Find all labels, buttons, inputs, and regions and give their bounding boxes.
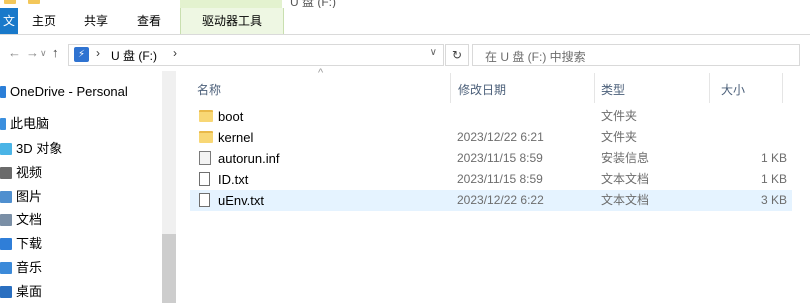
navigation-pane: OneDrive - Personal 此电脑 3D 对象 视频 图片 文档 下…	[0, 71, 175, 303]
file-name: autorun.inf	[218, 151, 280, 166]
refresh-button[interactable]: ↻	[445, 44, 469, 66]
tab-home[interactable]: 主页	[18, 8, 70, 34]
chevron-down-icon[interactable]: ∨	[430, 47, 437, 58]
file-size: 1 KB	[760, 172, 787, 186]
file-date: 2023/11/15 8:59	[457, 172, 543, 186]
breadcrumb-separator-icon[interactable]: ›	[173, 46, 177, 60]
column-header: ^ 名称 修改日期 类型 大小	[185, 67, 810, 103]
video-icon	[0, 167, 12, 179]
column-divider[interactable]	[594, 73, 595, 103]
file-row[interactable]: autorun.inf 2023/11/15 8:59 安装信息 1 KB	[190, 148, 792, 169]
file-date: 2023/11/15 8:59	[457, 151, 543, 165]
column-name[interactable]: 名称	[197, 81, 221, 98]
sidebar-item-3d-objects[interactable]: 3D 对象	[0, 138, 62, 160]
file-type: 文件夹	[601, 130, 638, 144]
search-input[interactable]: 在 U 盘 (F:) 中搜索	[472, 44, 800, 66]
setup-info-icon	[199, 151, 211, 165]
ribbon-tab-bar: 文 主页 共享 查看 驱动器工具	[0, 8, 810, 35]
sidebar-item-onedrive[interactable]: OneDrive - Personal	[0, 81, 128, 103]
file-row[interactable]: kernel 2023/12/22 6:21 文件夹	[190, 127, 792, 148]
file-row[interactable]: boot 文件夹	[190, 106, 792, 127]
file-type: 文件夹	[601, 109, 638, 123]
sidebar-item-label: 音乐	[16, 260, 43, 275]
file-date: 2023/12/22 6:22	[457, 193, 544, 207]
up-icon[interactable]: ↑	[52, 45, 59, 60]
download-icon	[0, 238, 12, 250]
file-name: ID.txt	[218, 172, 249, 187]
text-file-icon	[199, 193, 210, 207]
column-size[interactable]: 大小	[721, 81, 745, 98]
tab-drive-tools[interactable]: 驱动器工具	[180, 8, 284, 34]
column-divider[interactable]	[709, 73, 710, 103]
tab-file[interactable]: 文	[0, 8, 18, 34]
sidebar-item-label: 文档	[16, 212, 43, 227]
sidebar-item-label: 此电脑	[10, 116, 50, 131]
folder-icon	[199, 131, 213, 143]
file-type: 安装信息	[601, 151, 650, 165]
file-size: 3 KB	[760, 193, 787, 207]
file-type: 文本文档	[601, 172, 650, 186]
sidebar-item-label: 下载	[16, 236, 43, 251]
file-row[interactable]: ID.txt 2023/11/15 8:59 文本文档 1 KB	[190, 169, 792, 190]
column-divider[interactable]	[782, 73, 783, 103]
column-date[interactable]: 修改日期	[458, 81, 506, 98]
file-name: boot	[218, 109, 244, 124]
sidebar-item-videos[interactable]: 视频	[0, 162, 42, 184]
search-placeholder: 在 U 盘 (F:) 中搜索	[485, 50, 586, 64]
address-bar[interactable]: ⚡ › U 盘 (F:) › ∨	[68, 44, 444, 66]
desktop-icon	[0, 286, 12, 298]
file-type: 文本文档	[601, 193, 650, 207]
file-name: uEnv.txt	[218, 193, 265, 208]
picture-icon	[0, 191, 12, 203]
tab-view[interactable]: 查看	[122, 8, 176, 34]
cube-icon	[0, 143, 12, 155]
folder-icon	[199, 110, 213, 122]
column-divider[interactable]	[450, 73, 451, 103]
sidebar-item-label: 桌面	[16, 284, 43, 299]
sidebar-item-label: 3D 对象	[16, 141, 63, 156]
quick-access-folder-icon[interactable]	[4, 0, 16, 4]
title-bar: U 盘 (F:)	[0, 0, 810, 9]
sidebar-item-downloads[interactable]: 下载	[0, 233, 42, 255]
tab-share[interactable]: 共享	[70, 8, 122, 34]
music-icon	[0, 262, 12, 274]
context-tab-group-header	[180, 0, 282, 8]
sidebar-item-documents[interactable]: 文档	[0, 209, 42, 231]
document-icon	[0, 214, 12, 226]
recent-locations-icon[interactable]: ∨	[40, 48, 47, 59]
sidebar-item-this-pc[interactable]: 此电脑	[0, 113, 49, 135]
navigation-bar: ← → ∨ ↑ ⚡ › U 盘 (F:) › ∨ ↻ 在 U 盘 (F:) 中搜…	[0, 35, 810, 71]
file-size: 1 KB	[760, 151, 787, 165]
file-date: 2023/12/22 6:21	[457, 130, 544, 144]
cloud-icon	[0, 86, 6, 98]
usb-drive-icon: ⚡	[74, 47, 89, 62]
sidebar-item-label: OneDrive - Personal	[10, 84, 128, 99]
breadcrumb-separator-icon[interactable]: ›	[96, 46, 100, 60]
sidebar-item-pictures[interactable]: 图片	[0, 186, 42, 208]
computer-icon	[0, 118, 6, 130]
folder-icon[interactable]	[28, 0, 40, 4]
sidebar-item-label: 视频	[16, 165, 43, 180]
sidebar-item-desktop[interactable]: 桌面	[0, 281, 42, 303]
sidebar-scrollbar-thumb[interactable]	[162, 234, 176, 303]
text-file-icon	[199, 172, 210, 186]
file-name: kernel	[218, 130, 254, 145]
back-icon[interactable]: ←	[8, 45, 21, 60]
column-type[interactable]: 类型	[601, 81, 625, 98]
file-row-selected[interactable]: uEnv.txt 2023/12/22 6:22 文本文档 3 KB	[190, 190, 792, 211]
forward-icon[interactable]: →	[26, 45, 39, 60]
sidebar-item-music[interactable]: 音乐	[0, 257, 42, 279]
breadcrumb-drive[interactable]: U 盘 (F:)	[111, 47, 157, 64]
sort-ascending-icon: ^	[318, 67, 324, 79]
sidebar-item-label: 图片	[16, 189, 43, 204]
